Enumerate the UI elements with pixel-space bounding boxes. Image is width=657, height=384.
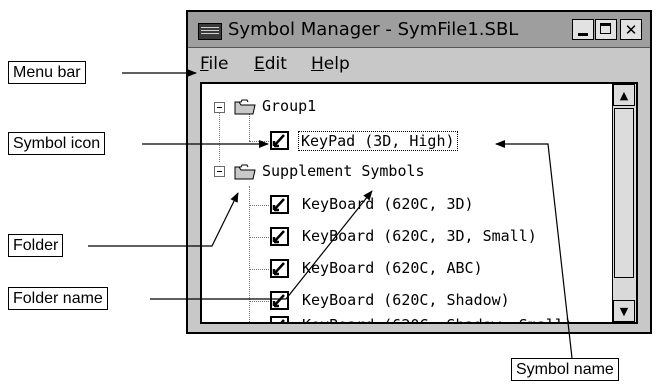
callout-folder: Folder — [8, 234, 64, 257]
system-menu-icon[interactable] — [198, 23, 222, 40]
maximize-icon[interactable] — [595, 19, 617, 40]
folder-name-supplement-symbols[interactable]: Supplement Symbols — [262, 162, 425, 180]
symbol-check-icon[interactable] — [270, 131, 289, 150]
scroll-thumb[interactable] — [614, 108, 634, 278]
title-bar[interactable]: Symbol Manager - SymFile1.SBL — [188, 12, 650, 48]
open-folder-icon[interactable] — [234, 99, 256, 115]
callout-folder-name: Folder name — [8, 287, 108, 310]
window-title: Symbol Manager - SymFile1.SBL — [228, 19, 519, 40]
minimize-icon[interactable] — [572, 19, 594, 40]
symbol-name[interactable]: KeyBoard (620C, 3D, Small) — [302, 227, 537, 245]
group1-collapse-toggle[interactable] — [214, 102, 225, 113]
callout-symbol-name: Symbol name — [511, 358, 619, 381]
menu-bar: File Edit Help — [188, 48, 650, 80]
symbol-manager-window: Symbol Manager - SymFile1.SBL File Edit … — [186, 10, 652, 334]
symbol-check-icon[interactable] — [270, 316, 289, 322]
symbol-name[interactable]: KeyBoard (620C, 3D) — [302, 195, 474, 213]
menu-help[interactable]: Help — [311, 54, 350, 74]
open-folder-icon[interactable] — [234, 164, 256, 180]
symbol-tree-view[interactable]: Group1 KeyPad (3D, High) Supplement Symb… — [200, 82, 638, 324]
symbol-check-icon[interactable] — [270, 259, 289, 278]
vertical-scrollbar[interactable]: ▲ ▼ — [612, 84, 636, 322]
menu-edit[interactable]: Edit — [254, 54, 287, 74]
supplement-collapse-toggle[interactable] — [214, 166, 225, 177]
symbol-name[interactable]: KeyBoard (620C, Shadow) — [302, 291, 510, 309]
tree: Group1 KeyPad (3D, High) Supplement Symb… — [202, 84, 612, 322]
menu-file[interactable]: File — [200, 54, 228, 74]
folder-name-group1[interactable]: Group1 — [262, 97, 316, 115]
symbol-check-icon[interactable] — [270, 291, 289, 310]
symbol-name-keypad-3d-high[interactable]: KeyPad (3D, High) — [298, 131, 458, 151]
scroll-up-icon[interactable]: ▲ — [613, 84, 635, 106]
callout-symbol-icon: Symbol icon — [8, 132, 106, 155]
callout-menu-bar: Menu bar — [8, 61, 86, 84]
symbol-check-icon[interactable] — [270, 195, 289, 214]
scroll-down-icon[interactable]: ▼ — [613, 300, 635, 322]
symbol-name[interactable]: KeyBoard (620C, Shadow, Small) — [302, 316, 573, 322]
close-icon[interactable] — [620, 19, 642, 40]
symbol-check-icon[interactable] — [270, 227, 289, 246]
symbol-name[interactable]: KeyBoard (620C, ABC) — [302, 259, 483, 277]
